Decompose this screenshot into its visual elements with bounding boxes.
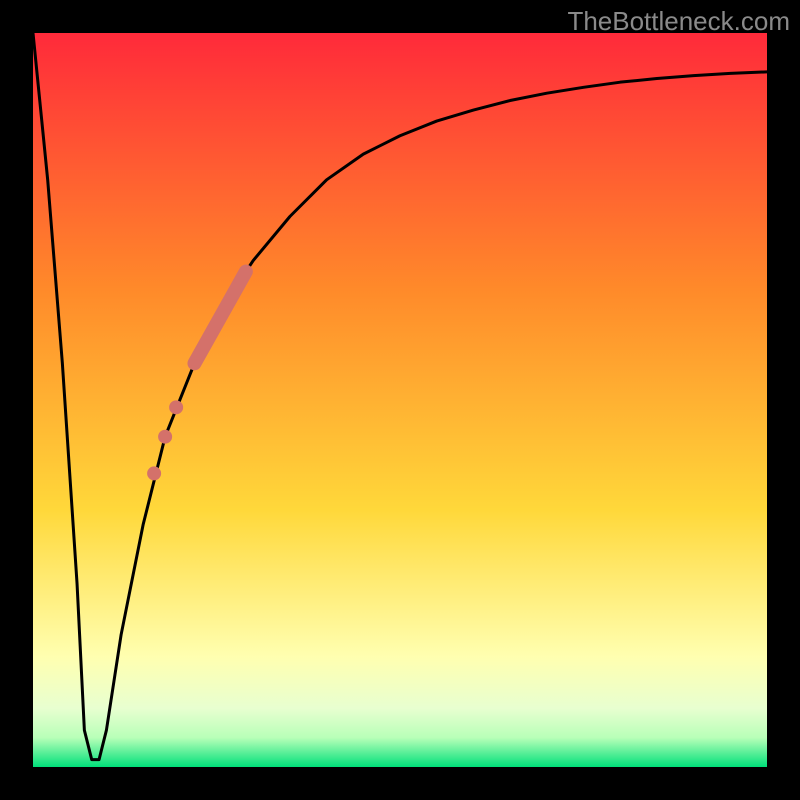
- marker-dot-3: [147, 466, 161, 480]
- gradient-background: [33, 33, 767, 767]
- chart-svg: [33, 33, 767, 767]
- chart-plot-area: [33, 33, 767, 767]
- chart-frame: TheBottleneck.com: [0, 0, 800, 800]
- marker-dot-2: [158, 430, 172, 444]
- watermark-text: TheBottleneck.com: [567, 6, 790, 37]
- marker-dot-1: [169, 400, 183, 414]
